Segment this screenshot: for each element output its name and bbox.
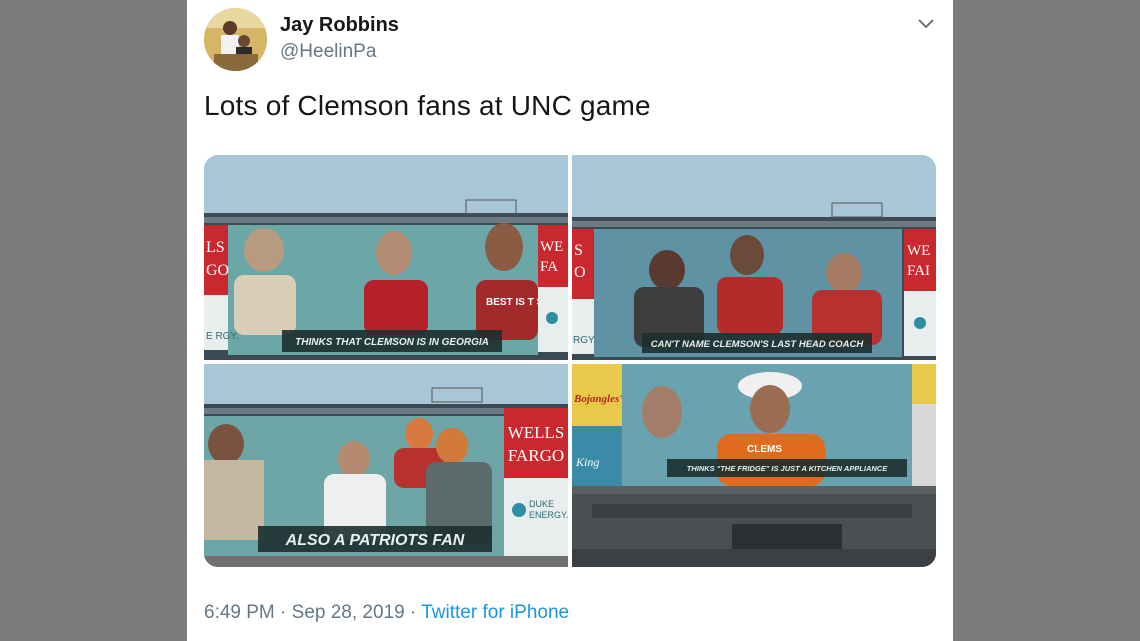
- meta-separator: ·: [274, 602, 292, 623]
- tweet-date[interactable]: Sep 28, 2019: [292, 602, 405, 623]
- media-grid: BEST IS T STAN THINKS THAT CLEMSON IS IN…: [204, 155, 936, 567]
- shirt-text: CLEMS: [747, 444, 782, 455]
- tweet-meta: 6:49 PM · Sep 28, 2019 · Twitter for iPh…: [204, 602, 569, 624]
- avatar[interactable]: [204, 8, 267, 71]
- photo-caption: ALSO A PATRIOTS FAN: [285, 532, 465, 549]
- sign-king: King: [575, 455, 599, 469]
- sign-right-1: WE: [540, 239, 563, 255]
- tweet-card: Jay Robbins @HeelinPa Lots of Clemson fa…: [187, 0, 953, 641]
- author-name[interactable]: Jay Robbins: [280, 14, 399, 37]
- tweet-time[interactable]: 6:49 PM: [204, 602, 275, 623]
- energy-1: DUKE: [529, 499, 554, 509]
- energy-left: RGY.: [573, 335, 596, 346]
- photo-3[interactable]: ALSO A PATRIOTS FAN WELLS FARGO DUKE ENE…: [204, 364, 568, 567]
- photo-caption: THINKS "THE FRIDGE" IS JUST A KITCHEN AP…: [687, 464, 888, 473]
- sign-right-1: WELLS: [508, 423, 565, 442]
- photo-1[interactable]: BEST IS T STAN THINKS THAT CLEMSON IS IN…: [204, 155, 568, 360]
- sign-left-2: GO: [206, 262, 229, 279]
- energy-2: ENERGY.: [529, 510, 568, 520]
- tweet-text: Lots of Clemson fans at UNC game: [204, 90, 651, 121]
- chevron-down-icon[interactable]: [915, 12, 937, 34]
- tweet-source-link[interactable]: Twitter for iPhone: [421, 602, 569, 623]
- photo-caption: THINKS THAT CLEMSON IS IN GEORGIA: [295, 337, 489, 348]
- photo-4[interactable]: Bojangles' King CLEMS THINKS "THE FRIDGE…: [572, 364, 936, 567]
- photo-2[interactable]: CAN'T NAME CLEMSON'S LAST HEAD COACH S O…: [572, 155, 936, 360]
- energy-left: E RGY.: [206, 331, 239, 342]
- sign-right-2: FAI: [907, 263, 930, 279]
- sign-left-2: O: [574, 264, 586, 281]
- author-handle[interactable]: @HeelinPa: [280, 41, 376, 63]
- meta-separator: ·: [404, 602, 422, 623]
- sign-right-1: WE: [907, 243, 930, 259]
- sign-left: Bojangles': [573, 393, 622, 405]
- sign-right-2: FARGO: [508, 446, 564, 465]
- sign-left-1: LS: [206, 239, 225, 256]
- photo-caption: CAN'T NAME CLEMSON'S LAST HEAD COACH: [651, 339, 865, 350]
- sign-right-2: FA: [540, 259, 558, 275]
- sign-left-1: S: [574, 242, 583, 259]
